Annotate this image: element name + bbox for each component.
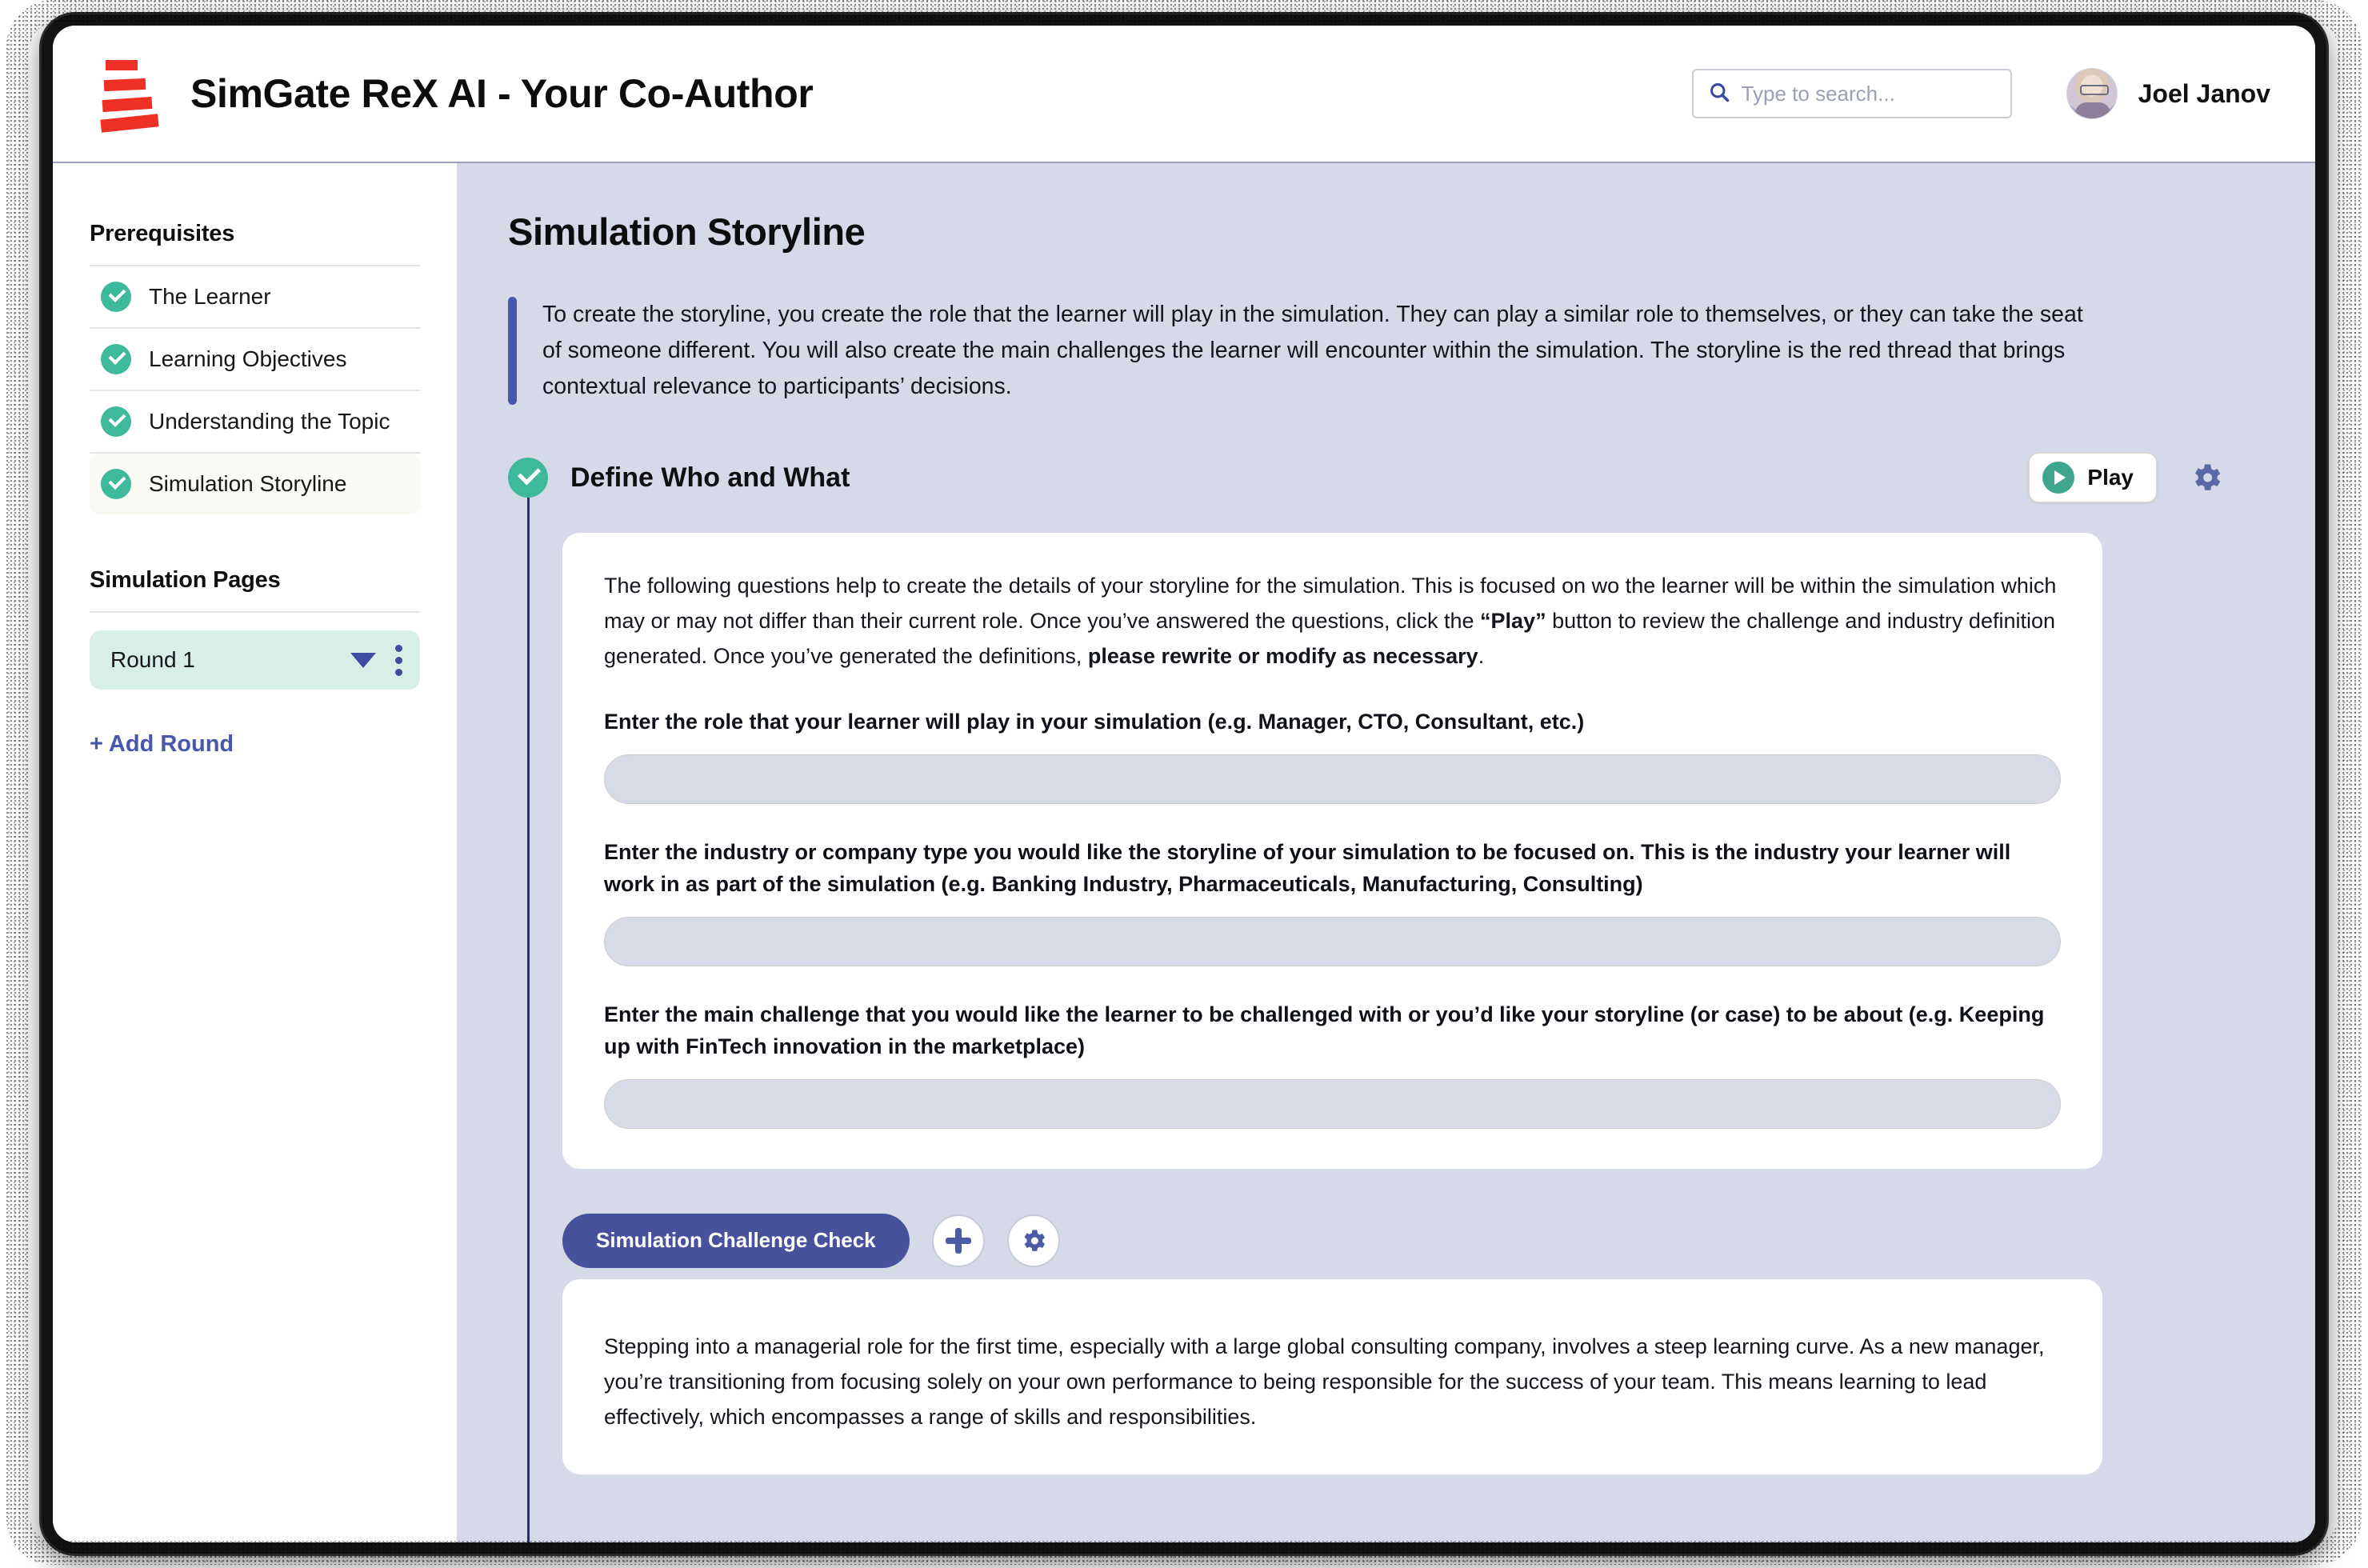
plus-icon	[945, 1227, 972, 1254]
industry-input[interactable]	[604, 916, 2061, 966]
question-label-industry: Enter the industry or company type you w…	[604, 839, 2011, 897]
check-circle-icon	[101, 344, 131, 374]
check-circle-icon	[101, 406, 131, 437]
round-label: Round 1	[110, 647, 195, 672]
step-connector-line	[527, 482, 530, 1542]
sidebar: Prerequisites The Learner Learning Objec…	[53, 163, 457, 1542]
instructions-play-bold: “Play”	[1480, 609, 1546, 634]
sidebar-item-label: Understanding the Topic	[149, 409, 390, 434]
search-input[interactable]	[1741, 81, 1996, 106]
top-bar-right: Joel Janov	[1691, 68, 2270, 119]
sidebar-item-label: Learning Objectives	[149, 346, 347, 371]
play-circle-icon	[2042, 462, 2075, 494]
step-section: Define Who and What Play The following q…	[508, 453, 2259, 1542]
brand: SimGate ReX AI - Your Co-Author	[98, 58, 814, 133]
user-menu[interactable]: Joel Janov	[2066, 68, 2270, 119]
check-circle-icon	[101, 469, 131, 499]
top-bar: SimGate ReX AI - Your Co-Author Joel Jan…	[53, 26, 2315, 163]
prerequisites-heading: Prerequisites	[90, 221, 235, 246]
sidebar-item-label: The Learner	[149, 284, 271, 309]
role-input[interactable]	[604, 754, 2061, 804]
result-tabs-row: Simulation Challenge Check	[562, 1213, 2259, 1268]
sidebar-item-learning-objectives[interactable]: Learning Objectives	[90, 329, 420, 390]
result-card: Stepping into a managerial role for the …	[562, 1278, 2102, 1474]
step-actions: Play	[2029, 453, 2259, 503]
step-header: Define Who and What Play	[508, 453, 2259, 503]
page-title: Simulation Storyline	[508, 210, 866, 253]
chevron-down-icon[interactable]	[350, 652, 376, 668]
body: Prerequisites The Learner Learning Objec…	[53, 163, 2315, 1542]
add-tab-button[interactable]	[931, 1214, 985, 1267]
check-circle-icon	[101, 282, 131, 312]
divider	[90, 611, 420, 613]
step-title: Define Who and What	[570, 462, 850, 493]
result-body: Stepping into a managerial role for the …	[604, 1334, 2045, 1429]
gear-icon[interactable]	[2189, 460, 2224, 495]
challenge-input[interactable]	[604, 1078, 2061, 1129]
check-circle-icon	[508, 458, 548, 498]
intro-callout: To create the storyline, you create the …	[508, 297, 2100, 406]
round-item[interactable]: Round 1	[90, 630, 420, 690]
simulation-pages-heading: Simulation Pages	[90, 567, 281, 593]
intro-text: To create the storyline, you create the …	[542, 302, 2083, 400]
questions-card: The following questions help to create t…	[562, 533, 2102, 1169]
result-settings-button[interactable]	[1006, 1214, 1060, 1267]
instructions-bold-end: please rewrite or modify as necessary	[1087, 644, 1478, 669]
main-content: Simulation Storyline To create the story…	[457, 163, 2315, 1542]
sidebar-item-label: Simulation Storyline	[149, 471, 347, 496]
sidebar-item-the-learner[interactable]: The Learner	[90, 266, 420, 327]
app-window: SimGate ReX AI - Your Co-Author Joel Jan…	[42, 14, 2326, 1554]
add-round-button[interactable]: + Add Round	[90, 731, 420, 758]
kebab-menu-icon[interactable]	[395, 644, 402, 676]
avatar	[2066, 68, 2118, 119]
tab-simulation-challenge-check[interactable]: Simulation Challenge Check	[562, 1213, 910, 1268]
sidebar-item-simulation-storyline[interactable]: Simulation Storyline	[90, 454, 420, 514]
search-icon	[1708, 81, 1730, 107]
simgate-bars-logo-icon	[98, 58, 160, 133]
question-label-role: Enter the role that your learner will pl…	[604, 710, 1585, 734]
instructions-period: .	[1478, 644, 1485, 669]
sidebar-item-understanding-the-topic[interactable]: Understanding the Topic	[90, 391, 420, 452]
play-button-label: Play	[2087, 465, 2134, 490]
form-instructions: The following questions help to create t…	[604, 568, 2061, 674]
app-title: SimGate ReX AI - Your Co-Author	[190, 71, 814, 116]
user-name: Joel Janov	[2138, 78, 2270, 108]
gear-icon	[1024, 1230, 1045, 1251]
accent-bar	[508, 297, 517, 406]
question-label-challenge: Enter the main challenge that you would …	[604, 1002, 2045, 1059]
search-box[interactable]	[1691, 69, 2012, 118]
play-button[interactable]: Play	[2029, 453, 2157, 503]
